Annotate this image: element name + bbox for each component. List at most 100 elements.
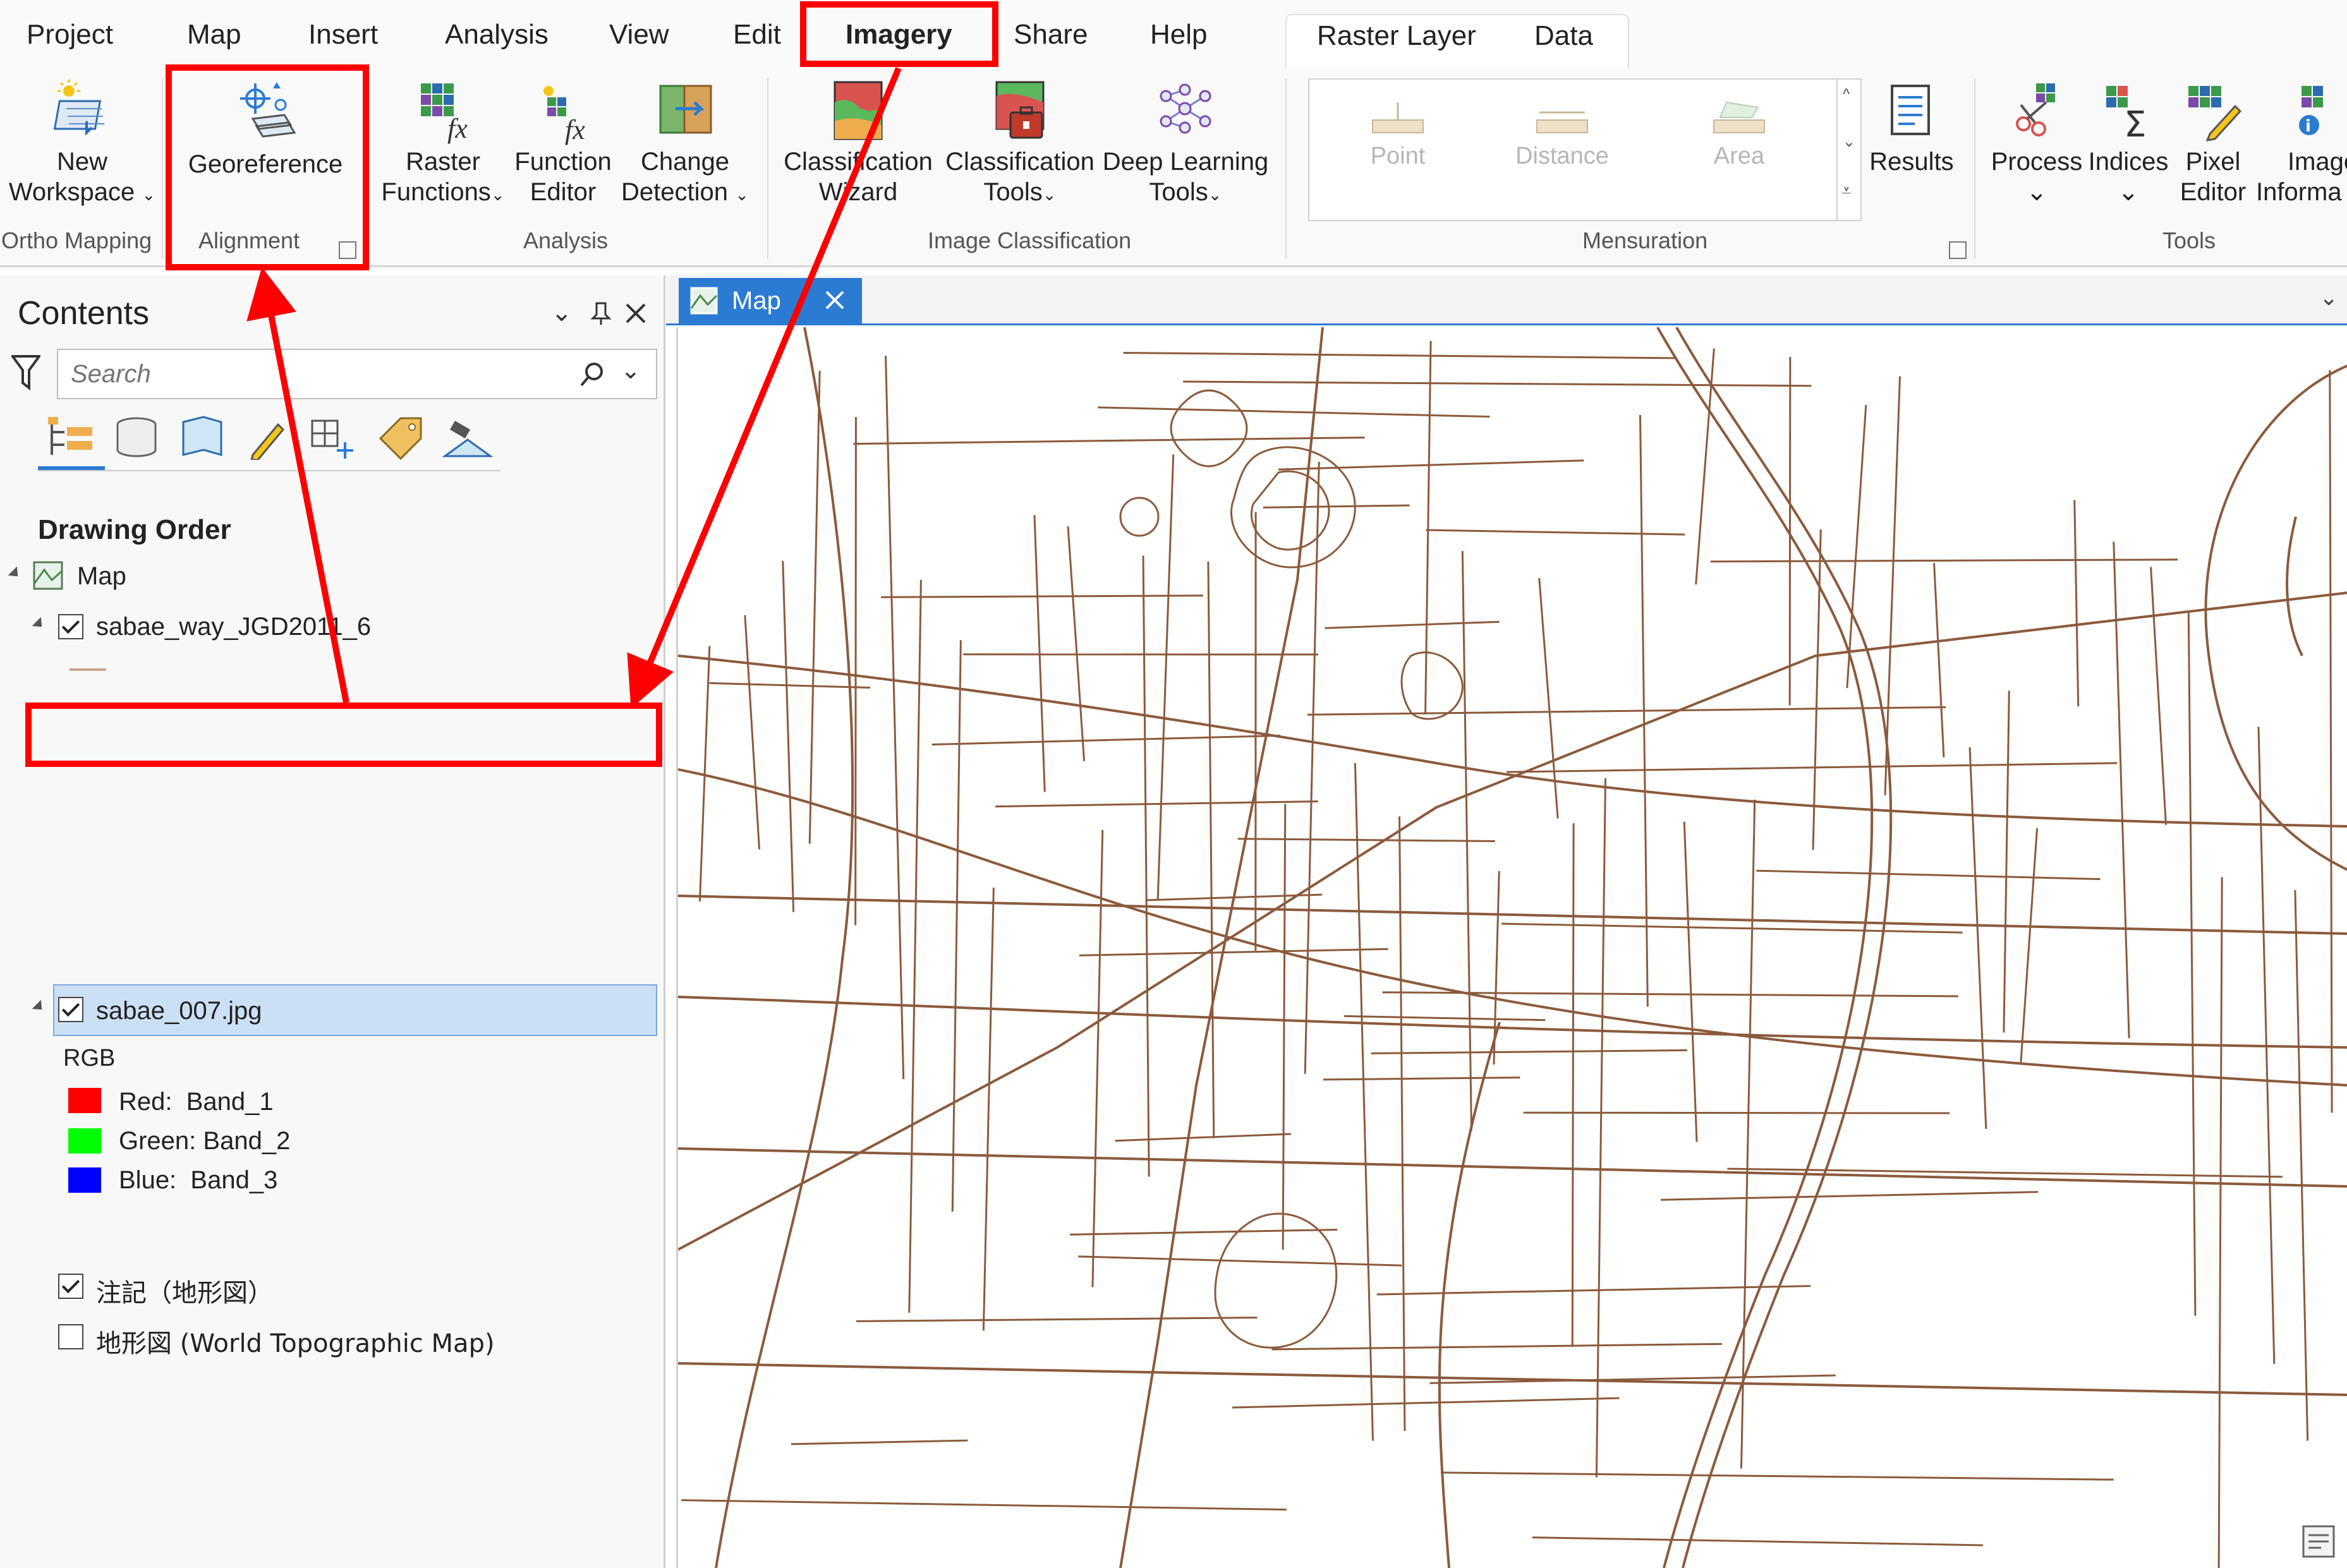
deep-learning-tools-button[interactable]: Deep Learning Tools⌄ (1102, 77, 1269, 210)
layer-name-sabae-way[interactable]: sabae_way_JGD2011_6 (96, 613, 371, 641)
minor-street (853, 437, 1365, 445)
minor-street (1156, 454, 1175, 900)
list-by-editing-icon[interactable] (246, 416, 291, 460)
change-detection-button[interactable]: Change Detection ⌄ (617, 77, 753, 210)
renderer-label: RGB (63, 1045, 116, 1071)
image-information-button[interactable]: i Image Informa (2256, 77, 2347, 207)
layer-name-sabae-007[interactable]: sabae_007.jpg (96, 997, 262, 1025)
contextual-tab-group: Raster Layer Data (1285, 14, 1629, 68)
dialog-launcher-icon[interactable] (1949, 241, 1967, 259)
pin-icon[interactable] (590, 301, 612, 326)
map-tab-bar: Map ⌄ (666, 275, 2347, 325)
list-by-snapping-icon[interactable] (308, 416, 359, 460)
gallery-scrollbar[interactable]: ^ ⌄ ⩡ (1836, 78, 1862, 221)
tab-map[interactable]: Map (187, 19, 241, 51)
layer-visibility-checkbox[interactable] (58, 997, 83, 1022)
mensuration-point-button[interactable]: Point (1347, 99, 1448, 170)
tab-analysis[interactable]: Analysis (445, 19, 549, 51)
search-icon[interactable] (579, 360, 607, 388)
tab-help[interactable]: Help (1150, 19, 1208, 51)
minor-street (1595, 778, 1606, 1478)
expand-arrow-icon[interactable] (32, 617, 47, 632)
group-image-classification: Image Classification (928, 227, 1132, 253)
function-editor-label: Function (514, 148, 612, 176)
layer-name-topographic[interactable]: 地形図 (World Topographic Map) (96, 1323, 495, 1360)
new-workspace-icon (53, 80, 104, 136)
process-icon (2016, 83, 2055, 136)
chevron-down-icon[interactable]: ⌄ (1843, 133, 1855, 151)
map-node-label[interactable]: Map (77, 562, 126, 591)
mensuration-point-label: Point (1370, 143, 1426, 169)
tab-edit[interactable]: Edit (733, 19, 781, 51)
minor-street (982, 888, 995, 1331)
new-workspace-button[interactable]: New Workspace ⌄ (6, 77, 158, 210)
mensuration-area-label: Area (1713, 143, 1765, 169)
search-input[interactable] (70, 358, 565, 390)
layer-visibility-checkbox[interactable] (58, 614, 83, 639)
minor-street (2329, 370, 2333, 1113)
classification-tools-button[interactable]: Classification Tools⌄ (944, 77, 1096, 210)
tab-data[interactable]: Data (1534, 20, 1593, 52)
group-separator (767, 78, 768, 259)
gallery-expand-icon[interactable]: ⩡ (1841, 181, 1852, 202)
new-workspace-label-2: Workspace (8, 178, 135, 206)
minor-street (1710, 558, 2178, 563)
filter-icon[interactable] (11, 354, 40, 392)
chevron-down-icon[interactable]: ⌄ (2319, 284, 2338, 311)
minor-street (885, 356, 905, 1080)
minor-street (1278, 459, 1584, 471)
process-label: Process (1991, 148, 2083, 176)
minor-street (1538, 577, 1559, 819)
highlight-imagery-tab (800, 1, 998, 67)
map-view-tab[interactable]: Map (679, 278, 862, 323)
minor-street (1307, 706, 1946, 716)
expand-arrow-icon[interactable] (32, 999, 47, 1015)
expand-arrow-icon[interactable] (8, 566, 23, 581)
group-mensuration: Mensuration (1582, 227, 1708, 253)
blue-band-label: Blue: Band_3 (119, 1166, 278, 1194)
minor-street (1183, 380, 1812, 387)
notes-icon[interactable] (2300, 1523, 2338, 1560)
minor-street (1507, 762, 2118, 773)
classification-wizard-button[interactable]: Classification Wizard (784, 77, 933, 207)
tab-project[interactable]: Project (27, 19, 113, 51)
mensuration-area-button[interactable]: Area (1689, 99, 1790, 170)
chevron-down-icon[interactable]: ⌄ (621, 356, 641, 385)
minor-street (1343, 1015, 1546, 1022)
minor-street (1968, 747, 1987, 1130)
minor-street (1123, 351, 1677, 359)
close-icon[interactable] (824, 289, 846, 311)
tab-raster-layer[interactable]: Raster Layer (1317, 20, 1476, 52)
search-box: ⌄ (57, 349, 657, 399)
process-button[interactable]: Process ⌄ (1989, 77, 2084, 207)
list-by-source-icon[interactable] (112, 416, 161, 460)
layer-visibility-checkbox[interactable] (58, 1324, 83, 1349)
group-analysis: Analysis (523, 227, 609, 253)
mensuration-distance-button[interactable]: Distance (1512, 99, 1613, 170)
function-editor-button[interactable]: fx Function Editor (509, 77, 617, 207)
chevron-up-icon[interactable]: ^ (1843, 86, 1850, 104)
list-by-selection-icon[interactable] (178, 416, 226, 460)
map-view[interactable] (676, 327, 2347, 1568)
pixel-editor-button[interactable]: Pixel Editor (2173, 77, 2253, 207)
minor-street (1756, 869, 2101, 881)
close-icon[interactable] (624, 302, 647, 325)
tab-view[interactable]: View (609, 19, 669, 51)
indices-button[interactable]: Σ Indices ⌄ (2084, 77, 2173, 207)
results-button[interactable]: Results (1864, 77, 1959, 177)
layer-visibility-checkbox[interactable] (58, 1274, 83, 1299)
minor-street (1683, 821, 1698, 1142)
list-by-perspective-imagery-icon[interactable] (442, 416, 493, 461)
tab-insert[interactable]: Insert (308, 19, 378, 51)
minor-street (1398, 816, 1406, 1432)
list-by-labeling-icon[interactable] (377, 416, 425, 460)
list-by-drawing-order-icon[interactable] (47, 416, 97, 460)
tab-share[interactable]: Share (1014, 19, 1088, 51)
raster-functions-button[interactable]: fx Raster Functions⌄ (377, 77, 509, 210)
layer-name-annotation[interactable]: 注記（地形図） (96, 1272, 273, 1309)
svg-text:fx: fx (447, 113, 468, 144)
pane-options-icon[interactable]: ⌄ (551, 298, 573, 327)
raster-functions-icon: fx (421, 83, 468, 144)
classification-tools-icon (995, 81, 1045, 139)
minor-street (1846, 404, 1867, 689)
